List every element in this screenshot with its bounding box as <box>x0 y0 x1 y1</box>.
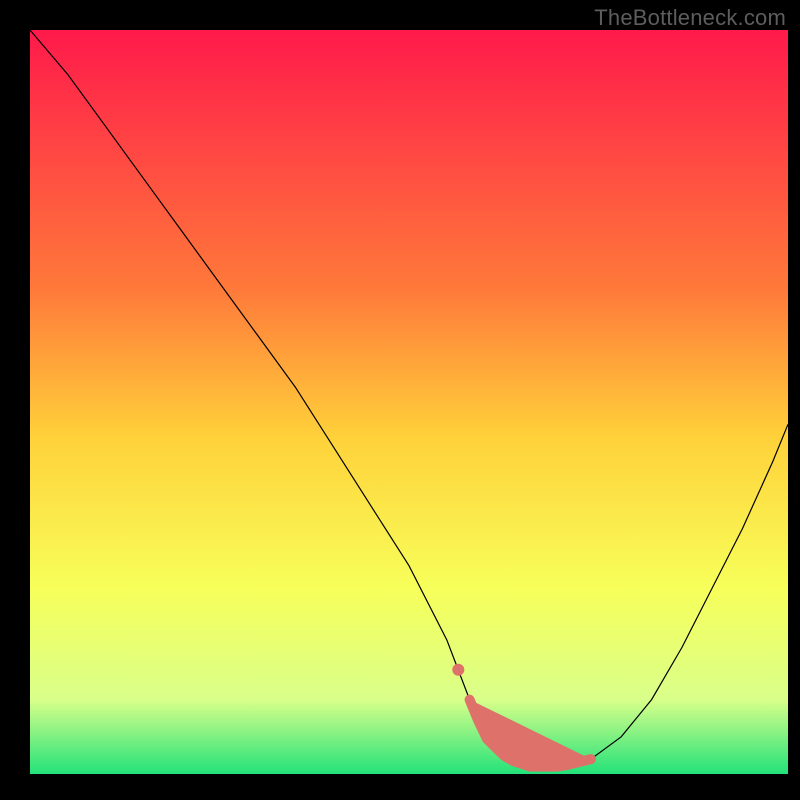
chart-root: TheBottleneck.com <box>0 0 800 800</box>
chart-svg <box>0 0 800 800</box>
gradient-background <box>30 30 788 774</box>
